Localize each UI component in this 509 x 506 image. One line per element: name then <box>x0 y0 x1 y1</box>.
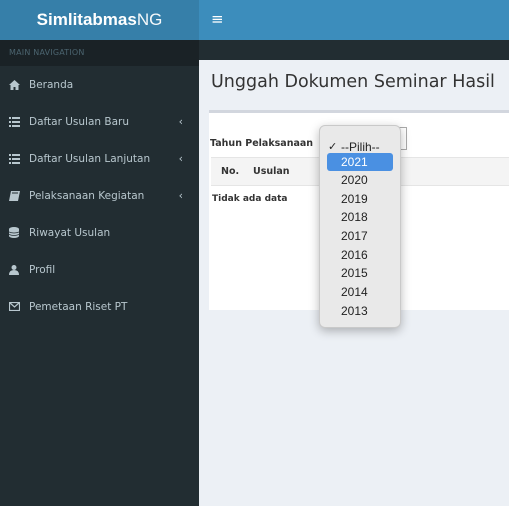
column-header-no: No. <box>221 166 240 177</box>
year-dropdown-menu: ✓ --Pilih-- 2021 2020 2019 2018 2017 2016… <box>319 125 401 328</box>
sidebar-item-label: Pemetaan Riset PT <box>29 300 128 313</box>
dropdown-option[interactable]: 2017 <box>327 227 393 245</box>
top-navbar: ≡ <box>199 0 509 40</box>
brand-bold: Simlitabmas <box>36 10 137 29</box>
sidebar-item-label: Beranda <box>29 78 74 91</box>
app-logo[interactable]: Simlitabmas NG <box>0 0 199 40</box>
home-icon <box>9 79 29 90</box>
chevron-left-icon: ‹ <box>178 115 183 128</box>
sidebar-item-pemetaan-riset-pt[interactable]: Pemetaan Riset PT <box>0 288 199 325</box>
dropdown-option[interactable]: 2013 <box>327 302 393 320</box>
dropdown-option[interactable]: 2019 <box>327 190 393 208</box>
user-icon <box>9 264 29 275</box>
year-filter-label: Tahun Pelaksanaan <box>210 138 314 149</box>
dropdown-option-highlighted[interactable]: 2021 <box>327 153 393 171</box>
sidebar-item-pelaksanaan-kegiatan[interactable]: Pelaksanaan Kegiatan ‹ <box>0 177 199 214</box>
sidebar-item-label: Daftar Usulan Lanjutan <box>29 152 151 165</box>
dropdown-option[interactable]: 2018 <box>327 208 393 226</box>
chevron-left-icon: ‹ <box>178 189 183 202</box>
nav-header: MAIN NAVIGATION <box>0 40 199 66</box>
chevron-left-icon: ‹ <box>178 152 183 165</box>
empty-table-message: Tidak ada data <box>212 194 288 204</box>
sidebar-item-profil[interactable]: Profil <box>0 251 199 288</box>
dropdown-option[interactable]: 2020 <box>327 171 393 189</box>
sidebar: Simlitabmas NG MAIN NAVIGATION Beranda Da… <box>0 0 199 506</box>
header-strip <box>199 40 509 60</box>
sidebar-item-beranda[interactable]: Beranda <box>0 66 199 103</box>
envelope-icon <box>9 302 29 311</box>
sidebar-item-label: Pelaksanaan Kegiatan <box>29 189 145 202</box>
dropdown-option[interactable]: 2015 <box>327 264 393 282</box>
database-icon <box>9 227 29 238</box>
page-title: Unggah Dokumen Seminar Hasil <box>211 72 495 92</box>
sidebar-item-daftar-usulan-lanjutan[interactable]: Daftar Usulan Lanjutan ‹ <box>0 140 199 177</box>
sidebar-item-label: Daftar Usulan Baru <box>29 115 130 128</box>
list-icon <box>9 116 29 127</box>
sidebar-item-riwayat-usulan[interactable]: Riwayat Usulan <box>0 214 199 251</box>
dropdown-option[interactable]: 2014 <box>327 283 393 301</box>
dropdown-option[interactable]: 2016 <box>327 246 393 264</box>
sidebar-item-label: Profil <box>29 263 56 276</box>
sidebar-item-label: Riwayat Usulan <box>29 226 111 239</box>
list-icon <box>9 153 29 164</box>
menu-toggle-icon[interactable]: ≡ <box>211 10 224 28</box>
sidebar-item-daftar-usulan-baru[interactable]: Daftar Usulan Baru ‹ <box>0 103 199 140</box>
column-header-usulan: Usulan <box>253 166 290 177</box>
brand-light: NG <box>136 10 163 29</box>
book-icon <box>9 190 29 201</box>
